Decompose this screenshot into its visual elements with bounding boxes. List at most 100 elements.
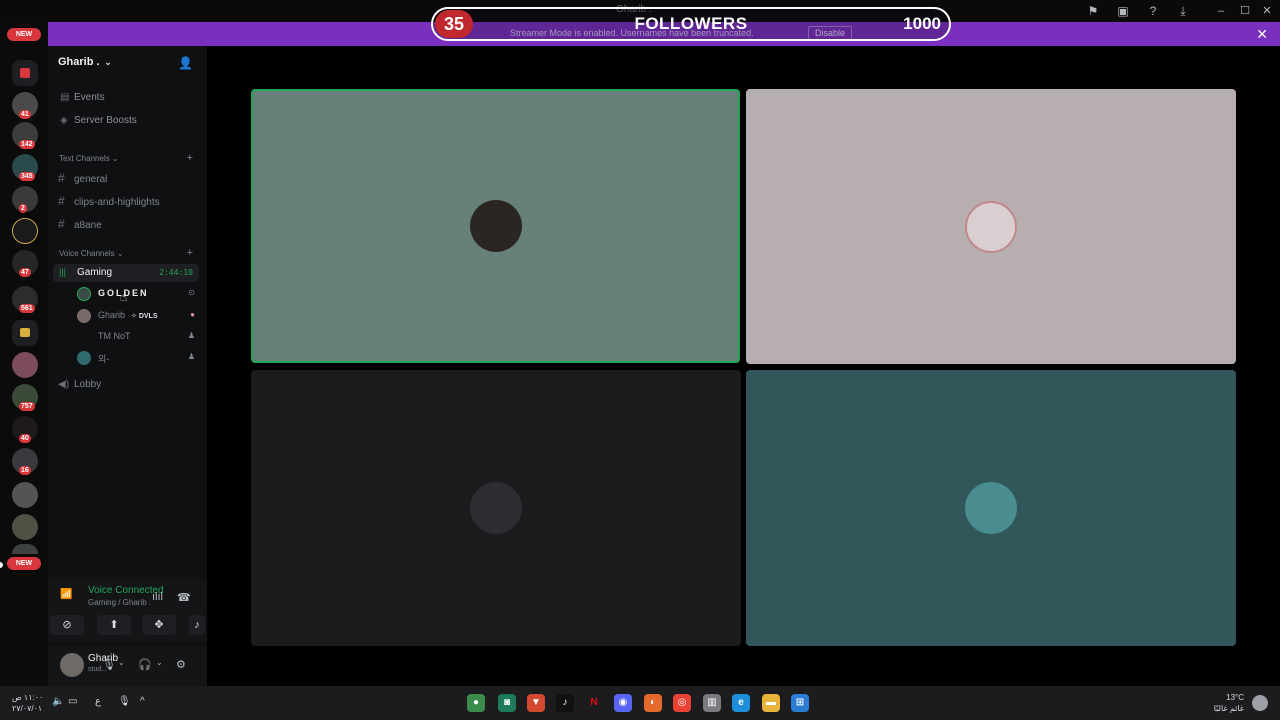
clock-time: ١١:٠٠ ص — [12, 693, 44, 702]
avatar — [77, 351, 91, 365]
voice-user-golden[interactable]: GOLDEN ⊙ — [77, 286, 199, 302]
share-screen-button[interactable]: ⬆ — [97, 615, 131, 635]
chrome-app-icon[interactable]: ◎ — [673, 694, 691, 712]
voice-activity-icon: ||| — [59, 267, 67, 277]
soundboard-button[interactable]: ♪ — [189, 615, 205, 635]
chevron-up-icon[interactable]: ^ — [140, 696, 145, 707]
video-tile-tm-not[interactable] — [251, 370, 741, 646]
voice-channels-category[interactable]: Voice Channels ⌄ — [59, 249, 124, 258]
netflix-app-icon[interactable]: N — [585, 694, 603, 712]
network-icon[interactable]: ▭ — [68, 696, 77, 707]
add-text-channel-icon[interactable]: + — [187, 152, 193, 164]
text-channels-category[interactable]: Text Channels ⌄ — [59, 154, 119, 163]
server-folder[interactable] — [12, 60, 38, 86]
channel-label: Lobby — [74, 379, 102, 390]
clan-tag: ✧ DVLS — [131, 313, 158, 320]
follower-goal: 1000 — [903, 14, 941, 33]
new-badge: NEW — [7, 557, 41, 570]
start-menu-icon[interactable]: ⊞ — [791, 694, 809, 712]
server-icon[interactable] — [12, 352, 38, 378]
channel-label: clips-and-highlights — [74, 197, 160, 208]
events-item[interactable]: ▤ Events — [60, 92, 105, 103]
help-icon[interactable]: ? — [1145, 3, 1161, 19]
microphone-icon[interactable]: 🎙 — [102, 658, 116, 671]
brave-app-icon[interactable]: ▼ — [527, 694, 545, 712]
soundboard-icon: ♪ — [194, 619, 200, 631]
chevron-down-icon[interactable]: ⌄ — [118, 658, 125, 667]
microphone-icon[interactable]: 🎙 — [118, 696, 131, 707]
voice-user-name: 외- — [98, 354, 110, 364]
avatar — [469, 200, 522, 252]
clan-tag-label: DVLS — [138, 313, 158, 320]
voice-channel-lobby[interactable]: ◀) Lobby — [58, 379, 101, 390]
tiktok-app-icon[interactable]: ♪ — [556, 694, 574, 712]
voice-channel-label: Gaming — [77, 267, 113, 278]
firefox-app-icon[interactable]: ◐ — [644, 694, 662, 712]
edge-app-icon[interactable]: e — [732, 694, 750, 712]
voice-user-gharib[interactable]: Gharib ✧ DVLS ● — [77, 308, 199, 324]
volume-icon[interactable]: 🔈 — [52, 696, 64, 707]
maximize-button[interactable]: ☐ — [1234, 2, 1256, 20]
discord-app-icon[interactable]: ◉ — [614, 694, 632, 712]
voice-category-label: Voice Channels — [59, 249, 115, 258]
disconnect-icon[interactable]: ☎ — [177, 591, 191, 604]
channel-a8ane[interactable]: # a8ane — [58, 217, 102, 231]
chevron-down-icon[interactable]: ⌄ — [156, 658, 163, 667]
close-banner-icon[interactable]: ✕ — [1256, 26, 1268, 43]
settings-gear-icon[interactable]: ⚙ — [176, 658, 186, 671]
camera-off-button[interactable]: ⊘ — [50, 615, 84, 635]
avatar — [965, 482, 1017, 534]
headphones-icon[interactable]: 🎧 — [138, 658, 152, 671]
avatar[interactable] — [60, 653, 84, 677]
add-voice-channel-icon[interactable]: + — [187, 247, 193, 259]
weather-widget[interactable]: 13°C غائم غالبًا — [1214, 692, 1244, 714]
invite-people-icon[interactable]: 👤 — [178, 56, 193, 70]
server-icon[interactable] — [12, 544, 38, 554]
clock[interactable]: ١١:٠٠ ص ٢٧/٠٧/٠١ — [12, 692, 43, 714]
user-panel: Gharib stud... 🎙 ⌄ 🎧 ⌄ ⚙ — [48, 646, 207, 686]
server-boosts-item[interactable]: ◈ Server Boosts — [60, 115, 137, 126]
channel-general[interactable]: # general — [58, 171, 107, 185]
mention-badge: 40 — [19, 434, 31, 443]
server-header[interactable]: Gharib . ⌄ — [58, 56, 112, 68]
file-explorer-app-icon[interactable]: ▬ — [762, 694, 780, 712]
voice-user-tm-not[interactable]: TM NoT ♟ — [77, 329, 199, 345]
activities-icon: ✥ — [154, 619, 164, 631]
server-name: Gharib . — [58, 56, 100, 68]
text-category-label: Text Channels — [59, 154, 110, 163]
voice-channel-gaming[interactable]: ||| Gaming 2:44:10 — [53, 264, 199, 282]
store-app-icon[interactable]: ▥ — [703, 694, 721, 712]
folder-icon — [20, 68, 30, 78]
language-indicator[interactable]: ع — [95, 696, 101, 707]
video-tile-golden[interactable] — [251, 89, 740, 363]
download-icon[interactable]: ⤓ — [1175, 3, 1191, 19]
video-tile-user-4[interactable] — [746, 370, 1236, 646]
inbox-icon[interactable]: ⚑ — [1085, 3, 1101, 19]
mention-badge: 561 — [19, 304, 35, 313]
avatar — [77, 309, 91, 323]
hash-icon: # — [58, 171, 65, 185]
server-folder[interactable] — [12, 320, 38, 346]
voice-user-4[interactable]: 외- ♟ — [77, 350, 199, 366]
channel-clips-and-highlights[interactable]: # clips-and-highlights — [58, 194, 160, 208]
stream-icon[interactable]: ▣ — [1115, 3, 1131, 19]
mention-badge: 757 — [19, 402, 35, 411]
voice-connection-panel: 📶 Voice Connected Gaming / Gharib . ılıl… — [48, 579, 207, 641]
server-icon[interactable] — [12, 482, 38, 508]
video-tile-gharib[interactable] — [746, 89, 1236, 364]
activities-button[interactable]: ✥ — [142, 615, 176, 635]
followers-label: FOLLOWERS — [634, 14, 748, 33]
whatsapp-app-icon[interactable]: ◙ — [498, 694, 516, 712]
hash-icon: # — [58, 217, 65, 231]
game-icon: ● — [190, 310, 195, 319]
close-window-button[interactable]: ✕ — [1256, 2, 1278, 20]
server-indicator-pill — [0, 562, 3, 568]
evernote-app-icon[interactable]: ● — [467, 694, 485, 712]
server-icon[interactable] — [12, 218, 38, 244]
minimize-button[interactable]: – — [1210, 2, 1232, 20]
weather-temp: 13°C — [1226, 693, 1244, 702]
server-icon[interactable] — [12, 514, 38, 540]
playstation-icon: ♟ — [187, 352, 195, 361]
calendar-icon: ▤ — [60, 92, 70, 103]
noise-suppression-icon[interactable]: ılıl — [152, 591, 163, 603]
